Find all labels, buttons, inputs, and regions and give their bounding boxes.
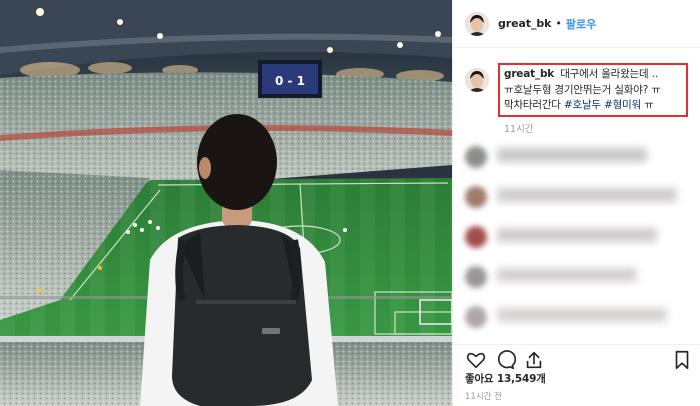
avatar xyxy=(465,226,487,248)
stadium-photo: 0 - 1 xyxy=(0,0,452,406)
caption-avatar-wrap xyxy=(465,68,489,92)
scoreboard-score: 0 - 1 xyxy=(275,74,305,88)
blurred-comment xyxy=(497,308,667,322)
list-item[interactable] xyxy=(453,300,700,340)
avatar-icon xyxy=(465,68,489,92)
blurred-comment xyxy=(497,268,637,282)
post-side-panel: great_bk • 팔로우 great_bk 대구에서 올라왔는데 .. ㅠ호… xyxy=(452,0,700,406)
bookmark-icon[interactable] xyxy=(671,349,693,371)
caption-avatar[interactable] xyxy=(465,68,489,92)
avatar xyxy=(465,186,487,208)
header-username[interactable]: great_bk xyxy=(498,17,551,30)
header-separator: • xyxy=(555,17,562,30)
avatar xyxy=(465,306,487,328)
post-caption: great_bk 대구에서 올라왔는데 .. ㅠ호날두형 경기안뛰는거 실화야?… xyxy=(504,67,686,114)
avatar xyxy=(465,146,487,168)
likes-count[interactable]: 좋아요 13,549개 xyxy=(465,371,546,386)
blurred-comment xyxy=(497,228,657,242)
avatar[interactable] xyxy=(465,11,489,36)
avatar-icon xyxy=(465,11,489,36)
action-bar xyxy=(453,344,700,372)
post-header: great_bk • 팔로우 xyxy=(453,0,700,48)
follow-button[interactable]: 팔로우 xyxy=(566,16,596,32)
hashtag-link[interactable]: #형미워 xyxy=(604,99,641,111)
caption-suffix: ㅠ xyxy=(644,99,654,111)
post-photo[interactable]: 0 - 1 xyxy=(0,0,452,406)
caption-username[interactable]: great_bk xyxy=(504,68,554,80)
likes-label: 좋아요 xyxy=(465,373,494,385)
list-item[interactable] xyxy=(453,260,700,300)
comments-list xyxy=(453,140,700,340)
comment-icon[interactable] xyxy=(494,349,516,371)
heart-icon[interactable] xyxy=(465,349,487,371)
post-timestamp: 11시간 전 xyxy=(465,392,502,402)
likes-number: 13,549개 xyxy=(496,373,546,385)
list-item[interactable] xyxy=(453,140,700,180)
list-item[interactable] xyxy=(453,180,700,220)
hashtag-link[interactable]: #호날두 xyxy=(564,99,601,111)
avatar xyxy=(465,266,487,288)
share-icon[interactable] xyxy=(523,349,545,371)
blurred-comment xyxy=(497,148,647,162)
blurred-comment xyxy=(497,188,677,202)
list-item[interactable] xyxy=(453,220,700,260)
caption-time: 11시간 xyxy=(504,124,534,135)
